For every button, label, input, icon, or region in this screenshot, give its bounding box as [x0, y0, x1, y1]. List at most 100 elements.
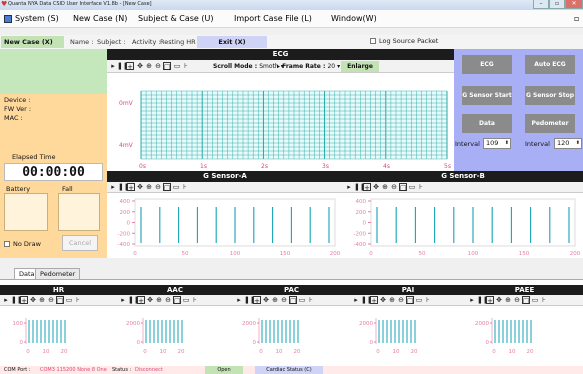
zoom-out-icon[interactable]: ⊖	[390, 183, 398, 191]
crosshair-icon[interactable]: +	[363, 183, 371, 192]
pan-icon[interactable]: ✥	[495, 296, 503, 304]
metric-plot-hr[interactable]: 100 0 0 10 20	[0, 306, 117, 358]
zoom-out-icon[interactable]: ⊖	[397, 296, 405, 304]
g-sensor-stop-button[interactable]: G Sensor Stop	[525, 86, 575, 105]
pedometer-button[interactable]: Pedometer	[525, 114, 575, 133]
axis-icon[interactable]: ⊦	[182, 62, 190, 70]
ecg-button[interactable]: ECG	[462, 55, 512, 74]
pan-icon[interactable]: ✥	[379, 296, 387, 304]
metric-plot-pac[interactable]: 2000 0 0 10 20	[233, 306, 350, 358]
pointer-icon[interactable]: ▸	[235, 296, 243, 304]
fit-icon[interactable]: □	[399, 183, 407, 192]
crosshair-icon[interactable]: +	[486, 296, 494, 305]
menu-import-case-file[interactable]: Import Case File (L)	[234, 14, 312, 23]
pause-icon[interactable]: ❚❚	[361, 296, 373, 304]
fit-icon[interactable]: □	[522, 296, 530, 305]
interval-stepper-2[interactable]: 120 ⬍	[554, 138, 582, 149]
axis-icon[interactable]: ⊦	[424, 296, 432, 304]
zoom-out-icon[interactable]: ⊖	[164, 296, 172, 304]
menu-window[interactable]: Window(W)	[331, 14, 377, 23]
pause-icon[interactable]: ❚❚	[11, 296, 23, 304]
autoscale-icon[interactable]: ▭	[172, 183, 180, 191]
axis-icon[interactable]: ⊦	[307, 296, 315, 304]
metric-plot-aac[interactable]: 2000 0 0 10 20	[117, 306, 233, 358]
autoscale-icon[interactable]: ▭	[408, 183, 416, 191]
metric-plot-paee[interactable]: 2000 0 0 10 20	[466, 306, 583, 358]
system-menu-icon[interactable]	[4, 15, 12, 23]
pause-icon[interactable]: ❚❚	[117, 62, 129, 70]
fit-icon[interactable]: □	[173, 296, 181, 305]
close-button[interactable]: ✕	[565, 0, 583, 9]
crosshair-icon[interactable]: +	[126, 62, 134, 71]
zoom-in-icon[interactable]: ⊕	[38, 296, 46, 304]
axis-icon[interactable]: ⊦	[181, 183, 189, 191]
zoom-in-icon[interactable]: ⊕	[145, 62, 153, 70]
g-sensor-b-plot[interactable]: 400 200 0 -200 -400 0 50 100 150 200	[343, 193, 583, 258]
exit-button[interactable]: Exit (X)	[197, 36, 267, 48]
tab-pedometer[interactable]: Pedometer	[35, 268, 81, 279]
crosshair-icon[interactable]: +	[137, 296, 145, 305]
mdi-restore-icon[interactable]: ▫	[574, 14, 579, 23]
zoom-out-icon[interactable]: ⊖	[513, 296, 521, 304]
metric-plot-pai[interactable]: 2000 0 0 10 20	[350, 306, 466, 358]
axis-icon[interactable]: ⊦	[191, 296, 199, 304]
pan-icon[interactable]: ✥	[29, 296, 37, 304]
autoscale-icon[interactable]: ▭	[65, 296, 73, 304]
zoom-in-icon[interactable]: ⊕	[381, 183, 389, 191]
fit-icon[interactable]: □	[163, 62, 171, 71]
pan-icon[interactable]: ✥	[372, 183, 380, 191]
interval-stepper-1[interactable]: 109 ⬍	[483, 138, 511, 149]
cardiac-status-button[interactable]: Cardiac Status (C)	[255, 366, 323, 374]
autoscale-icon[interactable]: ▭	[298, 296, 306, 304]
menu-new-case[interactable]: New Case (N)	[73, 14, 127, 23]
minimize-button[interactable]: –	[533, 0, 549, 9]
log-source-packet-checkbox[interactable]: Log Source Packet	[370, 37, 438, 45]
crosshair-icon[interactable]: +	[370, 296, 378, 305]
restore-button[interactable]: ▫	[549, 0, 565, 9]
stepper-arrows-icon[interactable]: ⬍	[505, 139, 509, 148]
autoscale-icon[interactable]: ▭	[415, 296, 423, 304]
g-sensor-start-button[interactable]: G Sensor Start	[462, 86, 512, 105]
zoom-out-icon[interactable]: ⊖	[154, 183, 162, 191]
crosshair-icon[interactable]: +	[20, 296, 28, 305]
auto-ecg-button[interactable]: Auto ECG	[525, 55, 575, 74]
no-draw-checkbox[interactable]: No Draw	[4, 240, 41, 248]
pointer-icon[interactable]: ▸	[468, 296, 476, 304]
axis-icon[interactable]: ⊦	[417, 183, 425, 191]
enlarge-button[interactable]: Enlarge	[341, 61, 379, 72]
pan-icon[interactable]: ✥	[262, 296, 270, 304]
pointer-icon[interactable]: ▸	[345, 183, 353, 191]
crosshair-icon[interactable]: +	[127, 183, 135, 192]
pan-icon[interactable]: ✥	[136, 62, 144, 70]
pointer-icon[interactable]: ▸	[119, 296, 127, 304]
zoom-out-icon[interactable]: ⊖	[280, 296, 288, 304]
pointer-icon[interactable]: ▸	[109, 183, 117, 191]
pause-icon[interactable]: ❚❚	[354, 183, 366, 191]
open-button[interactable]: Open	[205, 366, 243, 374]
data-button[interactable]: Data	[462, 114, 512, 133]
scroll-mode-select[interactable]: Scroll Mode : Smoth ▾	[213, 62, 284, 71]
menu-system[interactable]: System (S)	[15, 14, 59, 23]
zoom-out-icon[interactable]: ⊖	[154, 62, 162, 70]
zoom-in-icon[interactable]: ⊕	[504, 296, 512, 304]
fit-icon[interactable]: □	[56, 296, 64, 305]
stepper-arrows-icon[interactable]: ⬍	[576, 139, 580, 148]
frame-rate-select[interactable]: ▸ Frame Rate : 20 ▾	[277, 62, 340, 71]
fit-icon[interactable]: □	[163, 183, 171, 192]
ecg-plot[interactable]: 0mV 4mV 0s 1s 2s 3s 4s 5s	[107, 73, 454, 171]
fit-icon[interactable]: □	[406, 296, 414, 305]
zoom-in-icon[interactable]: ⊕	[388, 296, 396, 304]
zoom-in-icon[interactable]: ⊕	[271, 296, 279, 304]
pointer-icon[interactable]: ▸	[109, 62, 117, 70]
crosshair-icon[interactable]: +	[253, 296, 261, 305]
pause-icon[interactable]: ❚❚	[128, 296, 140, 304]
zoom-out-icon[interactable]: ⊖	[47, 296, 55, 304]
pause-icon[interactable]: ❚❚	[244, 296, 256, 304]
g-sensor-a-plot[interactable]: 400 200 0 -200 -400 0 50 100 150 200	[107, 193, 343, 258]
autoscale-icon[interactable]: ▭	[173, 62, 181, 70]
pan-icon[interactable]: ✥	[136, 183, 144, 191]
zoom-in-icon[interactable]: ⊕	[145, 183, 153, 191]
axis-icon[interactable]: ⊦	[540, 296, 548, 304]
pan-icon[interactable]: ✥	[146, 296, 154, 304]
pause-icon[interactable]: ❚❚	[477, 296, 489, 304]
